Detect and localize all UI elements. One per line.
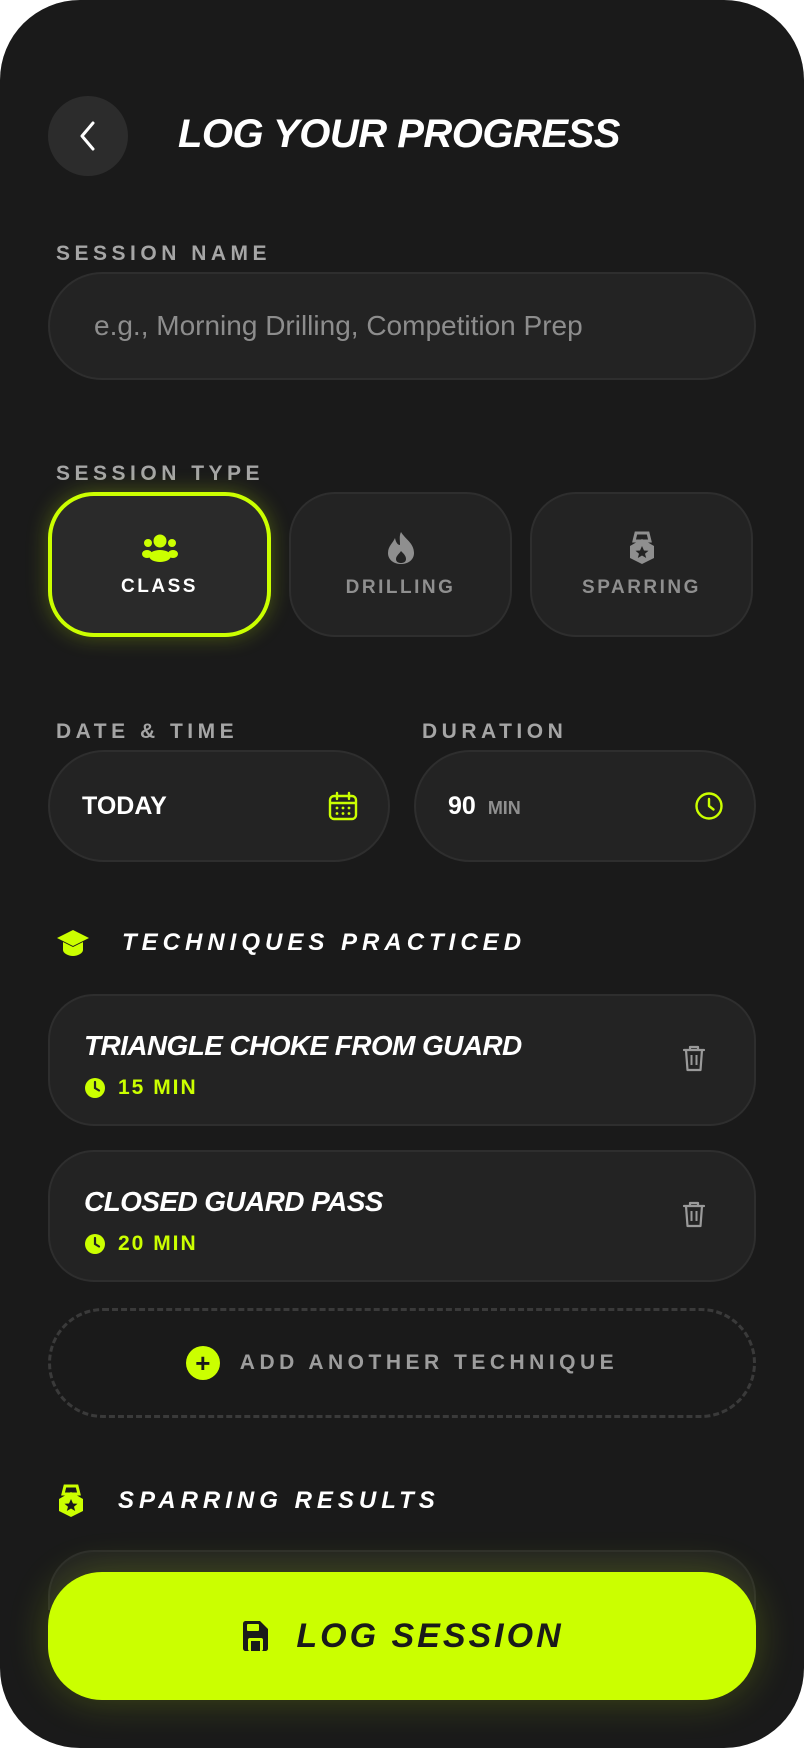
app-screen: LOG YOUR PROGRESS SESSION NAME SESSION T…	[0, 0, 804, 1748]
session-type-label: SESSION TYPE	[56, 462, 265, 485]
calendar-icon	[328, 791, 358, 821]
add-technique-label: ADD ANOTHER TECHNIQUE	[239, 1351, 619, 1374]
log-session-button[interactable]: LOG SESSION	[48, 1572, 756, 1700]
technique-duration-text: 15 MIN	[118, 1076, 198, 1099]
date-time-value: TODAY	[82, 791, 167, 820]
technique-duration: 20 MIN	[84, 1232, 198, 1256]
session-type-drilling[interactable]: DRILLING	[289, 492, 512, 637]
page-title: LOG YOUR PROGRESS	[178, 112, 620, 156]
session-type-class[interactable]: CLASS	[48, 492, 271, 637]
technique-name: TRIANGLE CHOKE FROM GUARD	[84, 1030, 522, 1061]
duration-label: DURATION	[422, 720, 568, 743]
session-name-input[interactable]	[92, 309, 696, 343]
techniques-header: TECHNIQUES PRACTICED	[56, 928, 526, 958]
session-name-label: SESSION NAME	[56, 242, 272, 265]
trash-icon[interactable]	[682, 1200, 706, 1228]
session-type-drilling-label: DRILLING	[345, 576, 456, 598]
session-name-field[interactable]	[48, 272, 756, 380]
plus-icon: +	[185, 1346, 220, 1380]
back-button[interactable]	[48, 96, 128, 176]
trash-icon[interactable]	[682, 1044, 706, 1072]
technique-card[interactable]: TRIANGLE CHOKE FROM GUARD 15 MIN	[48, 994, 756, 1126]
technique-card[interactable]: CLOSED GUARD PASS 20 MIN	[48, 1150, 756, 1282]
sparring-header: SPARRING RESULTS	[56, 1484, 440, 1518]
clock-icon	[85, 1078, 105, 1098]
medal-icon	[629, 531, 654, 564]
date-time-field[interactable]: TODAY	[48, 750, 390, 862]
session-type-sparring-label: SPARRING	[582, 576, 701, 598]
techniques-title: TECHNIQUES PRACTICED	[122, 929, 527, 956]
chevron-left-icon	[80, 121, 95, 151]
graduation-cap-icon	[57, 930, 89, 956]
technique-duration-text: 20 MIN	[118, 1232, 198, 1255]
clock-icon	[85, 1234, 105, 1254]
users-icon	[141, 534, 178, 562]
add-technique-button[interactable]: + ADD ANOTHER TECHNIQUE	[48, 1308, 756, 1418]
technique-duration: 15 MIN	[84, 1076, 198, 1100]
duration-value: 90	[448, 791, 476, 820]
duration-field[interactable]: 90 MIN	[414, 750, 756, 862]
log-session-label: LOG SESSION	[296, 1616, 564, 1655]
duration-unit: MIN	[487, 797, 521, 818]
technique-name: CLOSED GUARD PASS	[84, 1186, 383, 1217]
clock-icon	[695, 792, 723, 820]
fire-icon	[387, 531, 414, 564]
session-type-class-label: CLASS	[121, 575, 198, 597]
session-type-sparring[interactable]: SPARRING	[530, 492, 753, 637]
date-time-label: DATE & TIME	[56, 720, 239, 743]
medal-icon	[59, 1484, 83, 1517]
sparring-title: SPARRING RESULTS	[118, 1487, 440, 1514]
save-icon	[243, 1621, 269, 1651]
